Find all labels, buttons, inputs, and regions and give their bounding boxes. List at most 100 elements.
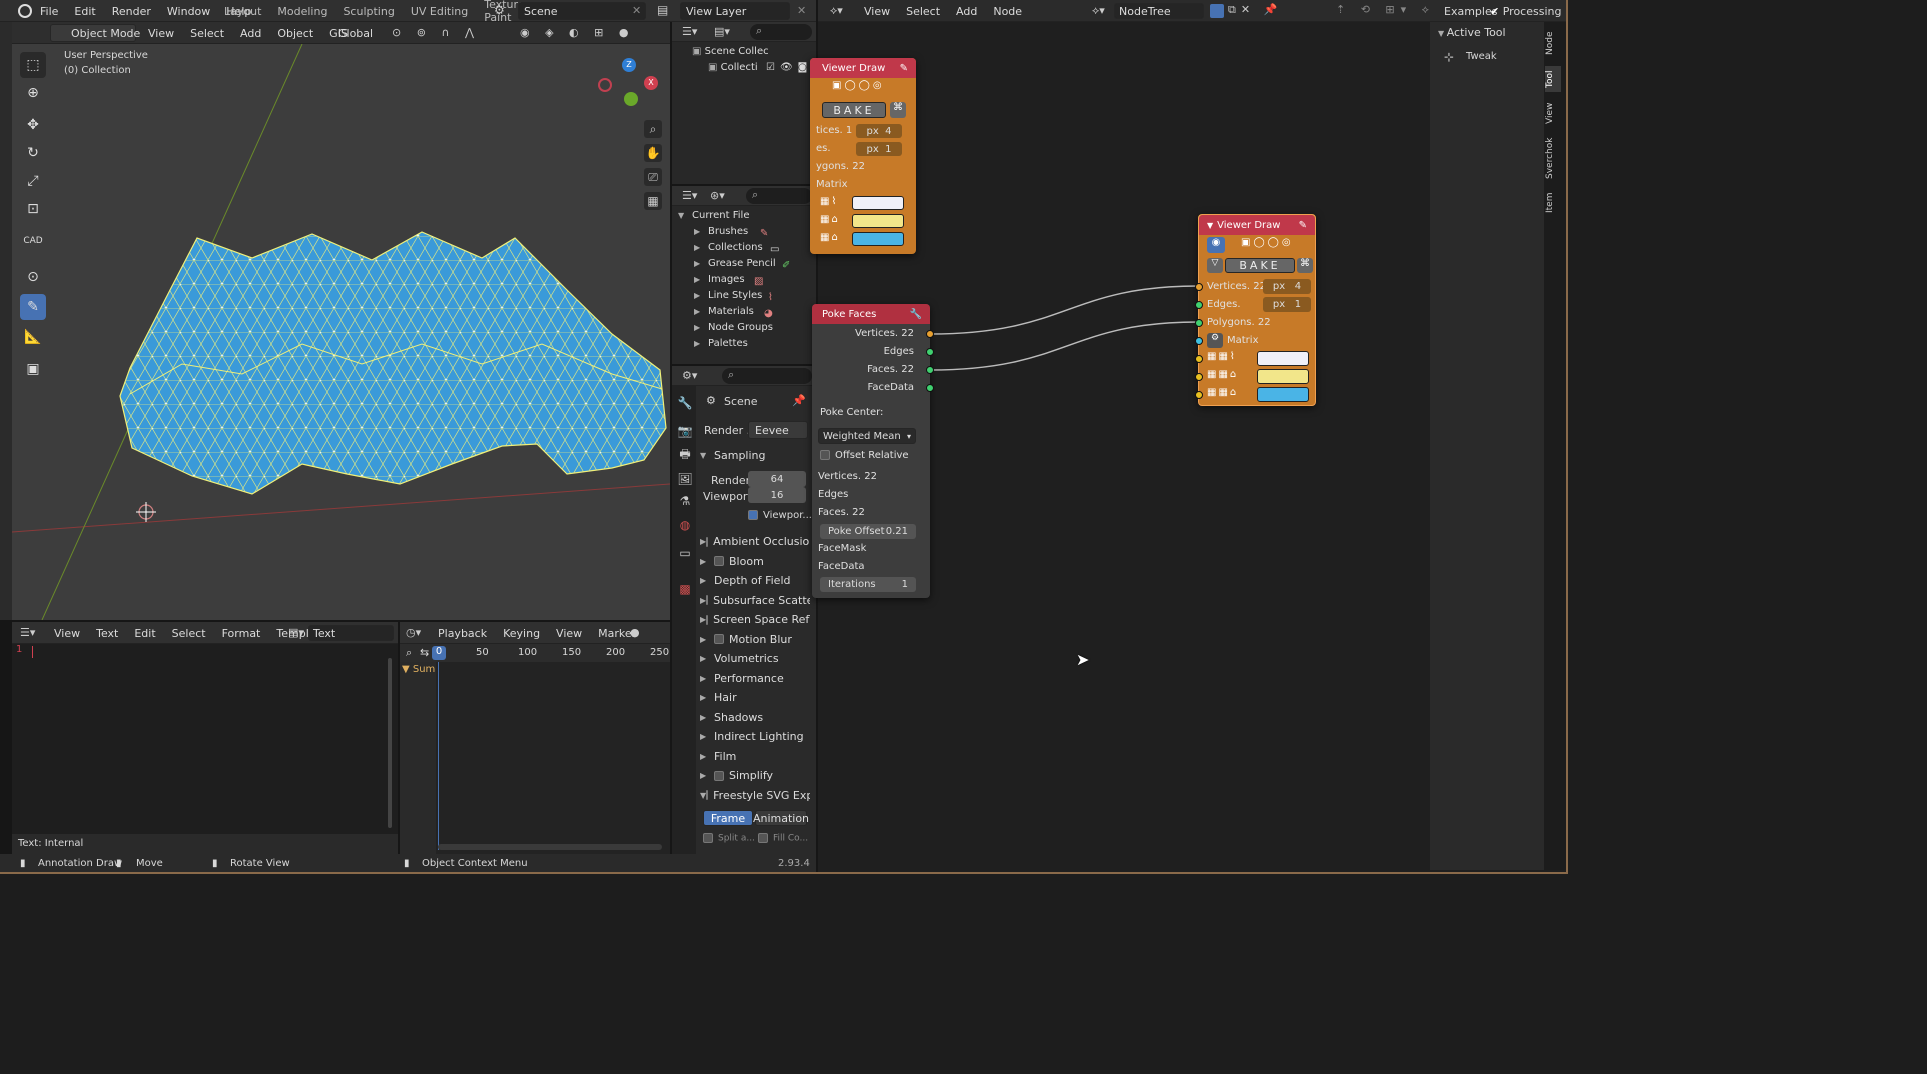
- annotate-tool-icon[interactable]: ✎: [20, 294, 46, 320]
- active-tool-panel[interactable]: ▼ Active Tool: [1438, 26, 1506, 39]
- pan-hand-icon[interactable]: ✋: [644, 144, 662, 162]
- close-scene-icon[interactable]: ✕: [632, 4, 641, 17]
- sidebar-tab-node[interactable]: Node: [1545, 30, 1561, 56]
- camera-icon[interactable]: ⎚: [644, 168, 662, 186]
- summary-channel[interactable]: ▼ Sum: [402, 664, 435, 675]
- render-tab-icon[interactable]: 📷: [676, 422, 694, 440]
- sidebar-tab-view[interactable]: View: [1545, 100, 1561, 126]
- tree-node-groups[interactable]: ▶ Node Groups: [694, 322, 773, 338]
- vertex-color-swatch-1[interactable]: [852, 196, 904, 210]
- node-editor[interactable]: ⟡▾ View Select Add Node ⟡▾ NodeTree ⧉✕ 📌…: [810, 0, 1566, 872]
- tab-modeling[interactable]: Modeling: [269, 5, 335, 18]
- viewer-1-vertices-size[interactable]: px 4: [856, 124, 902, 138]
- display-mode-icon[interactable]: ▤▾: [714, 25, 730, 38]
- transform-tool-icon[interactable]: ⊡: [20, 196, 46, 222]
- scene-tab-icon[interactable]: ⚗: [676, 492, 694, 510]
- viewport-menu-object[interactable]: Object: [269, 27, 321, 40]
- collection-tab-icon[interactable]: ▭: [676, 544, 694, 562]
- panel-simplify[interactable]: ▶ Simplify: [700, 766, 810, 785]
- tree-images[interactable]: ▶ Images: [694, 274, 745, 290]
- tree-line-styles[interactable]: ▶ Line Styles: [694, 290, 762, 306]
- cursor-tool-icon[interactable]: ⊕: [20, 80, 46, 106]
- socket-vertices-out[interactable]: [926, 330, 934, 338]
- vertex-color-swatch-2[interactable]: [1257, 351, 1309, 366]
- properties-editor-icon[interactable]: ⚙▾: [682, 369, 697, 382]
- scene-icon[interactable]: ⚙: [494, 3, 510, 19]
- add-cube-icon[interactable]: ▣: [20, 356, 46, 382]
- timeline[interactable]: ◷▾ Playback Keying View Marker ● ⌕ ⇆ 0 5…: [400, 622, 670, 854]
- view-layer-tab-icon[interactable]: 🖼: [676, 470, 694, 488]
- socket-vertices-in[interactable]: [1195, 283, 1203, 291]
- face-color-swatch-1[interactable]: [852, 232, 904, 246]
- panel-subsurface-scattering[interactable]: ▶Subsurface Scattering: [700, 591, 810, 610]
- viewer-draw-2-header[interactable]: ▼ Viewer Draw ✎: [1199, 215, 1315, 235]
- swap-icon[interactable]: ⇆: [420, 646, 429, 659]
- tab-layout[interactable]: Layout: [216, 5, 269, 18]
- timeline-menu-keying[interactable]: Keying: [495, 627, 548, 640]
- panel-motion-blur[interactable]: ▶ Motion Blur: [700, 630, 810, 649]
- tree-materials[interactable]: ▶ Materials: [694, 306, 754, 322]
- mesh-object[interactable]: [12, 44, 670, 620]
- checkbox-icon[interactable]: [714, 770, 724, 781]
- close-view-layer-icon[interactable]: ✕: [797, 4, 806, 17]
- text-menu-view[interactable]: View: [46, 627, 88, 640]
- vertex-color-icons[interactable]: ▦⌇: [820, 196, 838, 207]
- checkbox-icon[interactable]: [706, 614, 709, 625]
- sidebar-tab-sverchok[interactable]: Sverchok: [1545, 136, 1561, 180]
- checkbox-icon[interactable]: [714, 634, 724, 644]
- tree-grease-pencil[interactable]: ▶ Grease Pencil: [694, 258, 776, 274]
- text-datablock-icon[interactable]: ▤▾: [288, 626, 304, 639]
- scale-tool-icon[interactable]: ⤢: [20, 168, 46, 194]
- outliner-collection[interactable]: ▣ Collecti: [708, 62, 758, 78]
- viewport-menu-select[interactable]: Select: [182, 27, 232, 40]
- panel-performance[interactable]: ▶ Performance: [700, 669, 810, 688]
- snap-proportional-icons[interactable]: ⊙ ⊚ ∩ ⋀: [392, 26, 480, 39]
- tab-uv-editing[interactable]: UV Editing: [403, 5, 476, 18]
- vertex-color-icons[interactable]: ▦▦⌇: [1207, 351, 1237, 362]
- overlay-shading-icons[interactable]: ◉ ◈ ◐ ⊞ ●: [520, 26, 634, 39]
- panel-sampling[interactable]: ▼ Sampling: [700, 446, 810, 465]
- text-menu-text[interactable]: Text: [88, 627, 126, 640]
- text-menu-format[interactable]: Format: [214, 627, 269, 640]
- collapse-icon[interactable]: ▼: [1207, 221, 1213, 230]
- tool-tab-icon[interactable]: 🔧: [676, 394, 694, 412]
- search-icon[interactable]: ⌕: [406, 646, 412, 660]
- socket-edges-out[interactable]: [926, 348, 934, 356]
- grid-perspective-icon[interactable]: ▦: [644, 192, 662, 210]
- menu-window[interactable]: Window: [159, 5, 218, 18]
- tab-sculpting[interactable]: Sculpting: [335, 5, 402, 18]
- panel-screen-space-reflections[interactable]: ▶Screen Space Reflections: [700, 610, 810, 629]
- timeline-editor-icon[interactable]: ◷▾: [406, 626, 421, 639]
- panel-freestyle-svg-export[interactable]: ▼Freestyle SVG Export: [700, 786, 810, 805]
- visibility-toggles[interactable]: ☑👁◙: [766, 62, 812, 73]
- poke-faces-header[interactable]: Poke Faces 🔧: [812, 304, 930, 324]
- file-browser-editor-icon[interactable]: ☰▾: [682, 189, 697, 202]
- edge-color-icons[interactable]: ▦▦⌂: [1207, 369, 1238, 380]
- socket-edge-color-in[interactable]: [1195, 373, 1203, 381]
- zoom-icon[interactable]: ⌕: [644, 120, 662, 138]
- socket-polygons-in[interactable]: [1195, 319, 1203, 327]
- view-layer-icon[interactable]: ▤: [657, 3, 668, 17]
- edge-color-swatch-2[interactable]: [1257, 369, 1309, 384]
- viewer-draw-1-header[interactable]: Viewer Draw ✎: [810, 58, 916, 78]
- freestyle-animation-button[interactable]: Animation: [753, 810, 809, 826]
- edge-color-icons[interactable]: ▦⌂: [820, 214, 840, 225]
- socket-facedata-out[interactable]: [926, 384, 934, 392]
- timeline-scrollbar[interactable]: [438, 844, 662, 850]
- render-engine-select[interactable]: Eevee: [748, 421, 808, 439]
- properties-search-input[interactable]: ⌕: [722, 368, 812, 384]
- bake-mode-icon[interactable]: ▽: [1207, 258, 1223, 273]
- current-frame-indicator[interactable]: 0: [432, 646, 446, 660]
- viewport-denoise-checkbox[interactable]: Viewpor...: [748, 510, 812, 521]
- fill-contours-checkbox[interactable]: Fill Co...: [758, 833, 808, 844]
- viewer-draw-node-1[interactable]: Viewer Draw ✎ ▣◯◯◎ BAKE ⌘ tices. 1 px 4 e…: [810, 58, 916, 254]
- panel-indirect-lighting[interactable]: ▶ Indirect Lighting: [700, 727, 810, 746]
- menu-render[interactable]: Render: [104, 5, 159, 18]
- file-browser-search-input[interactable]: ⌕: [746, 188, 812, 204]
- offset-relative-checkbox[interactable]: Offset Relative: [820, 450, 909, 461]
- world-tab-icon[interactable]: ◍: [676, 516, 694, 534]
- socket-faces-out[interactable]: [926, 366, 934, 374]
- display-mode-icons[interactable]: ▣◯◯◎: [1241, 237, 1294, 248]
- viewport-menu-view[interactable]: View: [140, 27, 182, 40]
- socket-edges-in[interactable]: [1195, 301, 1203, 309]
